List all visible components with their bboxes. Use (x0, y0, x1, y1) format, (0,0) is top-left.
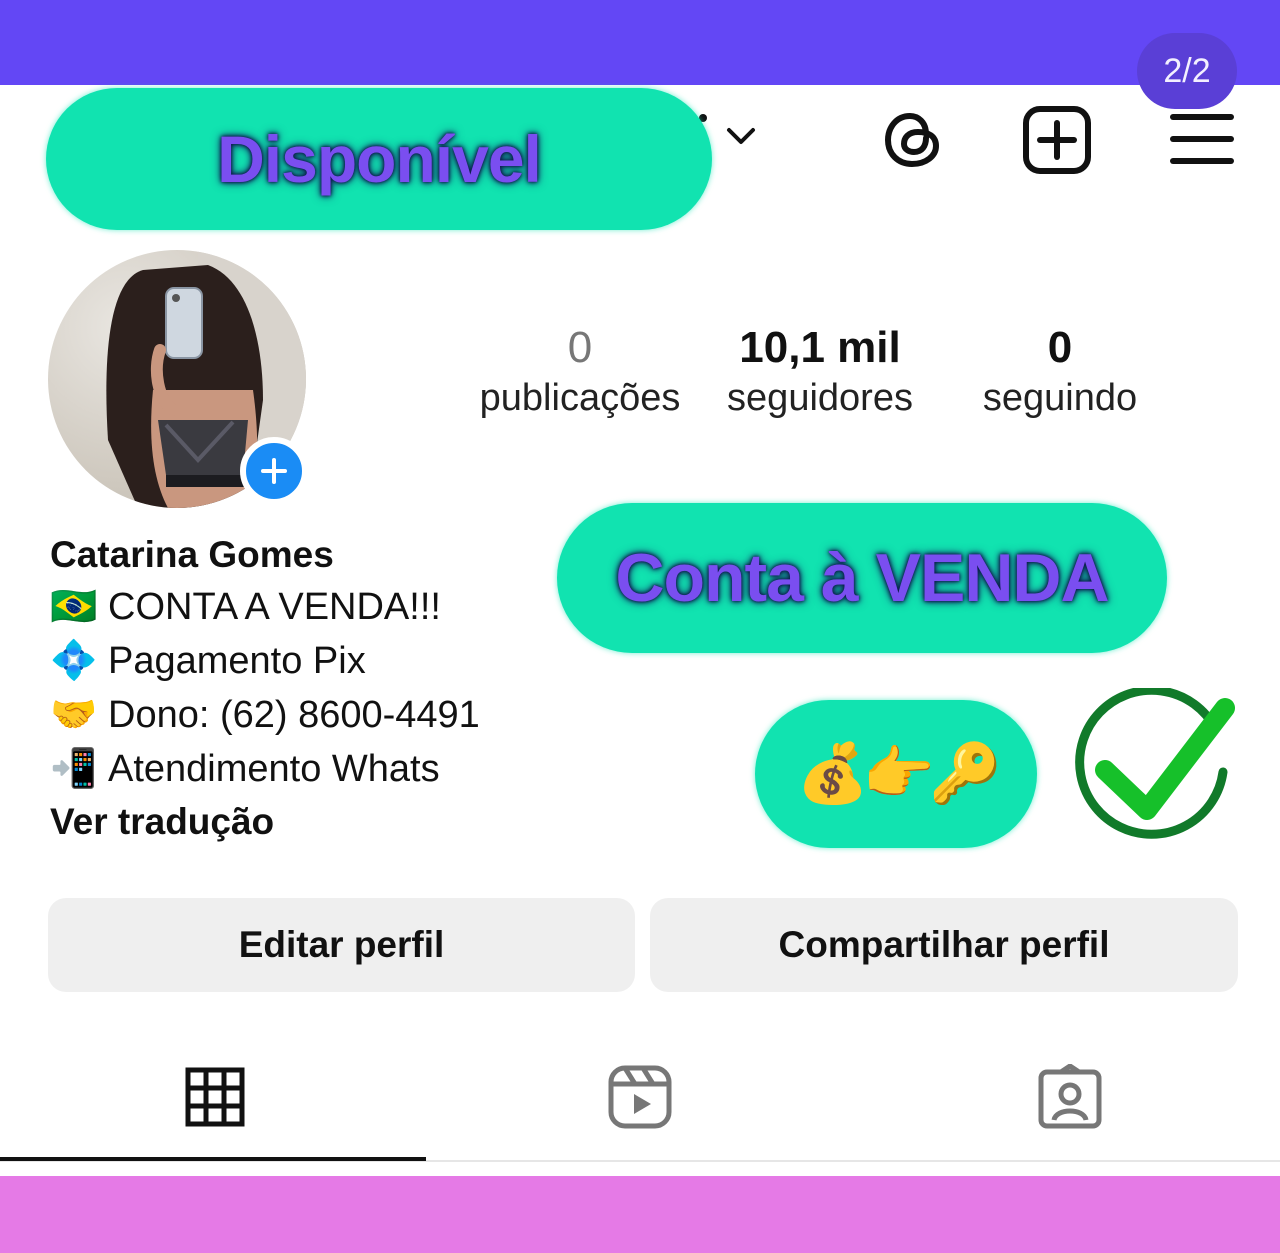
bio-line: 💠 Pagamento Pix (50, 634, 570, 688)
phone-arrow-icon: 📲 (50, 748, 98, 790)
active-tab-indicator (0, 1157, 426, 1161)
threads-icon[interactable] (880, 104, 946, 174)
see-translation-link[interactable]: Ver tradução (50, 796, 570, 848)
available-badge: Disponível (46, 88, 712, 230)
money-key-emojis: 💰👉🔑 (796, 741, 1002, 806)
posts-stat[interactable]: 0 publicações (470, 323, 690, 423)
brazil-flag-icon: 🇧🇷 (50, 586, 98, 628)
followers-stat[interactable]: 10,1 mil seguidores (710, 323, 930, 423)
bottom-color-band (0, 1176, 1280, 1253)
bio-text: CONTA A VENDA!!! (108, 586, 441, 628)
handshake-icon: 🤝 (50, 694, 98, 736)
bio-line: 🤝 Dono: (62) 8600-4491 (50, 688, 570, 742)
bio-text: Atendimento Whats (108, 748, 440, 790)
followers-count: 10,1 mil (739, 323, 901, 372)
profile-bio: Catarina Gomes 🇧🇷 CONTA A VENDA!!! 💠 Pagam… (50, 530, 570, 848)
tab-reels[interactable] (605, 1062, 675, 1132)
page-counter: 2/2 (1137, 33, 1237, 109)
following-label: seguindo (982, 377, 1138, 419)
money-key-badge: 💰👉🔑 (755, 700, 1037, 848)
bio-text: Pagamento Pix (108, 640, 366, 682)
tagged-icon (1038, 1064, 1102, 1129)
new-post-icon[interactable] (1022, 105, 1092, 175)
tab-posts-grid[interactable] (180, 1062, 250, 1132)
profile-name: Catarina Gomes (50, 534, 334, 575)
bio-line: 📲 Atendimento Whats (50, 742, 570, 796)
posts-count: 0 (567, 323, 593, 372)
edit-profile-button[interactable]: Editar perfil (48, 898, 635, 992)
plus-icon (261, 458, 287, 484)
posts-label: publicações (479, 377, 681, 419)
add-story-button[interactable] (240, 437, 308, 505)
following-count: 0 (1047, 323, 1073, 372)
tab-tagged[interactable] (1035, 1062, 1105, 1132)
bio-text: Dono: (62) 8600-4491 (108, 694, 480, 736)
for-sale-badge: Conta à VENDA (557, 503, 1167, 653)
top-color-band (0, 0, 1280, 85)
share-profile-button[interactable]: Compartilhar perfil (650, 898, 1238, 992)
bio-line: 🇧🇷 CONTA A VENDA!!! (50, 580, 570, 634)
for-sale-label: Conta à VENDA (615, 540, 1109, 616)
followers-label: seguidores (727, 377, 913, 419)
checkmark-icon (1075, 688, 1235, 839)
reels-icon (608, 1065, 672, 1129)
menu-icon[interactable] (1170, 112, 1234, 166)
available-label: Disponível (217, 122, 542, 196)
diamond-icon: 💠 (50, 640, 98, 682)
following-stat[interactable]: 0 seguindo (955, 323, 1165, 423)
grid-icon (185, 1067, 245, 1127)
